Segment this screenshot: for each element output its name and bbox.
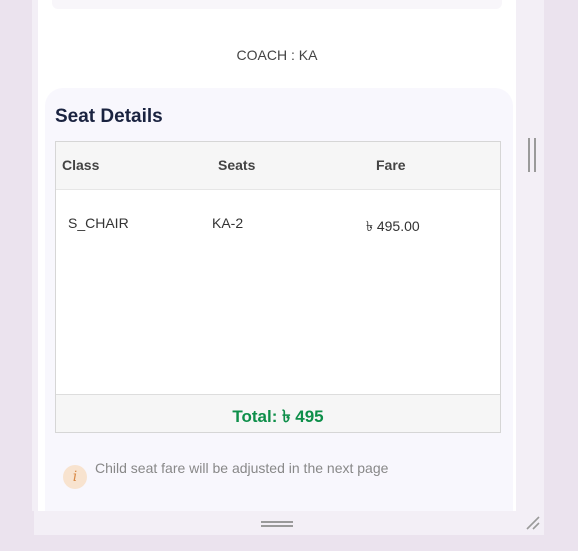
coach-label: COACH : KA xyxy=(236,47,318,63)
resize-grip-icon[interactable] xyxy=(524,514,542,532)
table-footer: Total: ৳ 495 xyxy=(56,394,500,432)
info-icon: i xyxy=(63,465,87,489)
cell-class: S_CHAIR xyxy=(68,215,129,231)
side-scroll-panel xyxy=(516,0,544,511)
column-header-seats: Seats xyxy=(218,157,256,173)
top-strip xyxy=(52,0,502,9)
seat-details-title: Seat Details xyxy=(55,106,163,127)
table-header: Class Seats Fare xyxy=(56,142,500,190)
scrollbar-handle[interactable] xyxy=(528,138,536,172)
seat-details-table: Class Seats Fare S_CHAIR KA-2 ৳ 495.00 T… xyxy=(55,141,501,433)
booking-card: COACH : KA Seat Details Class Seats Fare… xyxy=(38,0,516,511)
bottom-bar xyxy=(34,511,544,535)
column-header-class: Class xyxy=(62,157,100,173)
cell-fare: ৳ 495.00 xyxy=(366,218,420,234)
column-header-fare: Fare xyxy=(376,157,406,173)
total-fare: Total: ৳ 495 xyxy=(232,407,324,426)
child-fare-notice: Child seat fare will be adjusted in the … xyxy=(95,460,389,476)
table-row: S_CHAIR KA-2 ৳ 495.00 xyxy=(56,189,500,249)
cell-seats: KA-2 xyxy=(212,215,244,231)
drag-handle-icon[interactable] xyxy=(261,521,293,527)
seat-details-panel: Seat Details Class Seats Fare S_CHAIR KA… xyxy=(45,88,513,511)
